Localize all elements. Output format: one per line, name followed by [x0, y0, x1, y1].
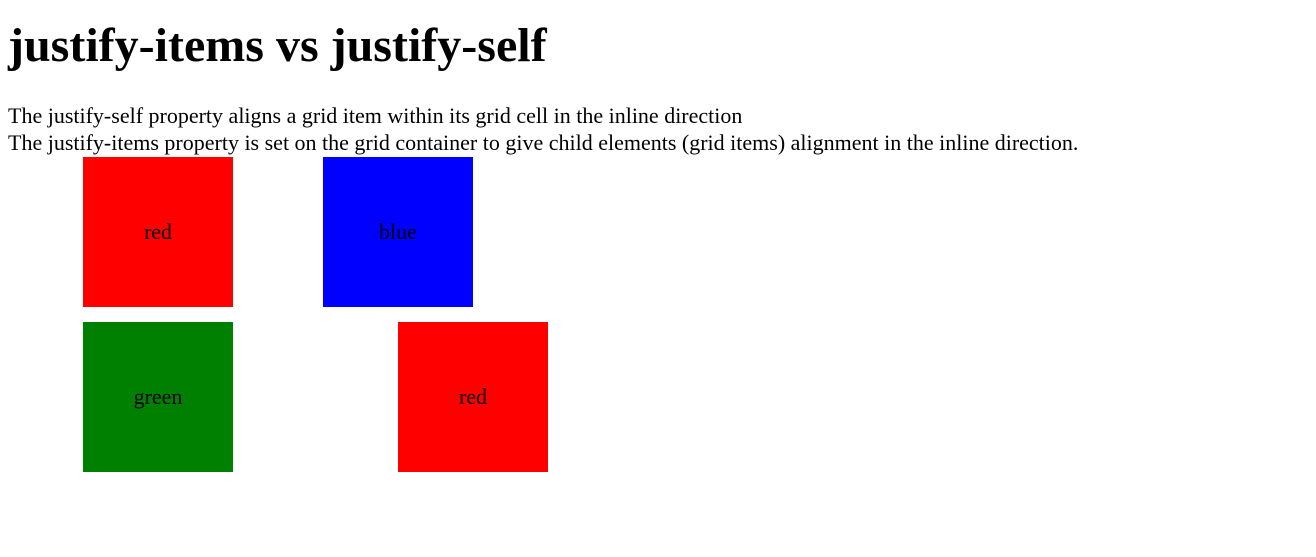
page-title: justify-items vs justify-self: [8, 19, 547, 72]
grid-item-blue: blue: [323, 157, 473, 307]
grid-item-label: blue: [379, 219, 417, 244]
grid-item-green: green: [83, 322, 233, 472]
justify-items-description: The justify-items property is set on the…: [8, 130, 1079, 155]
grid-container: red blue green red: [83, 157, 548, 472]
grid-item-red-1: red: [83, 157, 233, 307]
grid-item-label: red: [143, 219, 173, 244]
justify-self-description: The justify-self property aligns a grid …: [8, 103, 743, 128]
grid-item-label: red: [458, 384, 488, 409]
grid-item-red-2: red: [398, 322, 548, 472]
grid-item-label: green: [133, 384, 183, 409]
